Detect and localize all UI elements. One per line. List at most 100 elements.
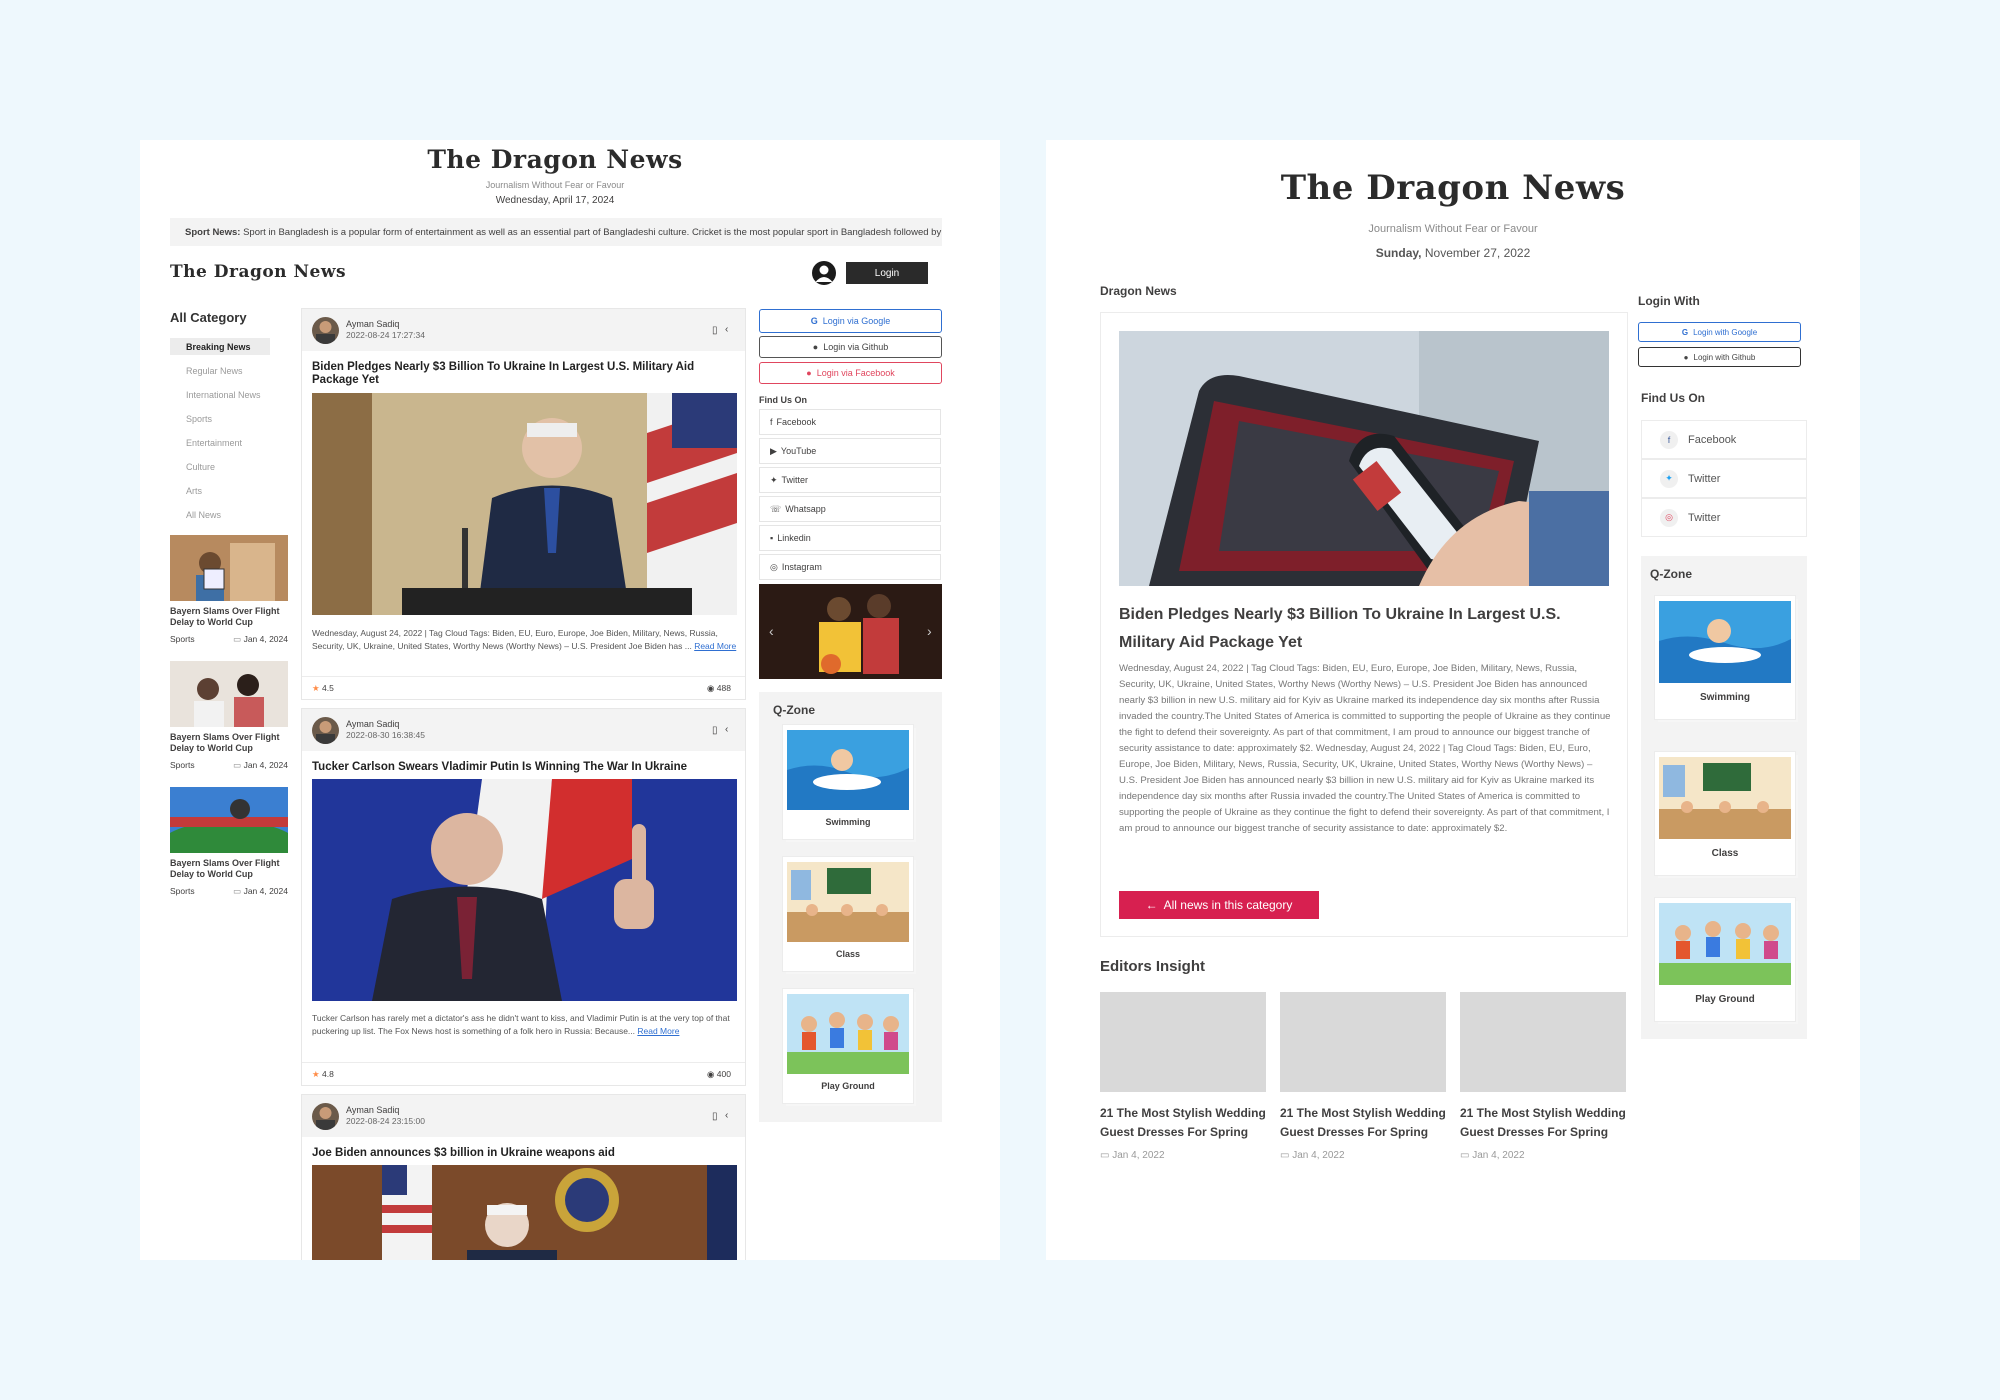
qzone-card-swimming[interactable]: Swimming <box>783 725 913 839</box>
editors-insight-title: Editors Insight <box>1100 958 1205 975</box>
editor-card[interactable]: 21 The Most Stylish Wedding Guest Dresse… <box>1100 992 1266 1161</box>
current-day: Sunday, <box>1375 246 1422 260</box>
twitter-icon: ✦ <box>770 474 778 485</box>
login-google-button[interactable]: G Login with Google <box>1638 322 1801 342</box>
find-us-instagram[interactable]: ◎ Instagram <box>759 554 941 580</box>
github-icon: ● <box>1683 352 1689 362</box>
current-date: Wednesday, April 17, 2024 <box>495 195 615 206</box>
qzone-card-swimming[interactable]: Swimming <box>1655 596 1795 719</box>
share-icon[interactable]: ‹ <box>725 1110 728 1121</box>
bookmark-icon[interactable]: ▯ <box>712 1111 718 1122</box>
side-news-item[interactable]: Bayern Slams Over Flight Delay to World … <box>170 661 288 771</box>
side-news-item[interactable]: Bayern Slams Over Flight Delay to World … <box>170 535 288 645</box>
qzone-title: Q-Zone <box>1650 567 1692 581</box>
editor-card[interactable]: 21 The Most Stylish Wedding Guest Dresse… <box>1280 992 1446 1161</box>
find-us-youtube[interactable]: ▶ YouTube <box>759 438 941 464</box>
share-icon[interactable]: ‹ <box>725 724 728 735</box>
calendar-icon: ▭ <box>233 760 242 770</box>
author-name: Ayman Sadiq <box>346 1105 400 1115</box>
qzone-section: Q-Zone Swimming Class Play Ground <box>1641 556 1807 1039</box>
views-value: 488 <box>716 683 731 693</box>
star-icon: ★ <box>312 1069 320 1079</box>
qzone-card-class[interactable]: Class <box>1655 752 1795 875</box>
facebook-icon: ● <box>806 368 812 378</box>
news-card[interactable]: Ayman Sadiq 2022-08-24 17:27:34 ▯ ‹ Bide… <box>301 308 746 700</box>
author-name: Ayman Sadiq <box>346 319 400 329</box>
qzone-card-class[interactable]: Class <box>783 857 913 971</box>
facebook-icon: f <box>1660 430 1678 449</box>
current-date: Sunday, November 27, 2022 <box>1046 246 1860 260</box>
arrow-left-icon: ← <box>1145 898 1158 912</box>
news-title[interactable]: Tucker Carlson Swears Vladimir Putin Is … <box>312 761 737 773</box>
qzone-card-play-ground[interactable]: Play Ground <box>783 989 913 1103</box>
linkedin-icon: ▪ <box>770 533 774 543</box>
news-detail-body: Wednesday, August 24, 2022 | Tag Cloud T… <box>1119 663 1611 834</box>
tagline: Journalism Without Fear or Favour <box>1368 223 1538 235</box>
news-detail-title: Biden Pledges Nearly $3 Billion To Ukrai… <box>1119 606 1561 651</box>
side-news-item[interactable]: Bayern Slams Over Flight Delay to World … <box>170 787 288 897</box>
find-us-facebook[interactable]: f Facebook <box>759 409 941 435</box>
side-news-title: Bayern Slams Over Flight Delay to World … <box>170 858 280 879</box>
publish-datetime: 2022-08-24 23:15:00 <box>346 1116 425 1126</box>
login-github-button[interactable]: ● Login via Github <box>759 336 942 358</box>
sidebar-ad-image[interactable]: ‹ › <box>759 584 942 679</box>
side-news-thumbnail <box>170 535 288 601</box>
views-value: 400 <box>716 1069 731 1079</box>
side-news-title: Bayern Slams Over Flight Delay to World … <box>170 606 280 627</box>
news-title[interactable]: Biden Pledges Nearly $3 Billion To Ukrai… <box>312 361 737 387</box>
all-news-category-button[interactable]: ← All news in this category <box>1119 891 1319 919</box>
news-title[interactable]: Joe Biden announces $3 billion in Ukrain… <box>312 1147 737 1159</box>
star-icon: ★ <box>312 683 320 693</box>
news-detail-card: Biden Pledges Nearly $3 Billion To Ukrai… <box>1100 312 1628 937</box>
side-news-thumbnail <box>170 787 288 853</box>
side-news-date: Jan 4, 2024 <box>243 886 288 896</box>
category-sports[interactable]: Sports <box>186 414 212 424</box>
category-international-news[interactable]: International News <box>186 390 261 400</box>
news-card[interactable]: Ayman Sadiq 2022-08-24 23:15:00 ▯ ‹ Joe … <box>301 1094 746 1260</box>
carousel-prev-icon: ‹ <box>769 623 774 639</box>
news-card-footer <box>302 676 745 700</box>
category-regular-news[interactable]: Regular News <box>186 366 243 376</box>
find-us-twitter[interactable]: ✦ Twitter <box>1641 459 1807 498</box>
find-us-instagram[interactable]: ◎ Twitter <box>1641 498 1807 537</box>
category-entertainment[interactable]: Entertainment <box>186 438 242 448</box>
share-icon[interactable]: ‹ <box>725 324 728 335</box>
editor-card-date: ▭ Jan 4, 2022 <box>1100 1150 1165 1161</box>
news-image <box>312 393 737 615</box>
find-us-twitter[interactable]: ✦ Twitter <box>759 467 941 493</box>
breaking-marquee[interactable]: Sport News: Sport in Bangladesh is a pop… <box>170 218 942 246</box>
find-us-whatsapp[interactable]: ☏ Whatsapp <box>759 496 941 522</box>
login-google-button[interactable]: G Login via Google <box>759 309 942 333</box>
login-github-button[interactable]: ● Login with Github <box>1638 347 1801 367</box>
rating-value: 4.5 <box>322 683 334 693</box>
read-more-link[interactable]: Read More <box>694 641 736 651</box>
find-us-linkedin[interactable]: ▪ Linkedin <box>759 525 941 551</box>
login-facebook-button[interactable]: ● Login via Facebook <box>759 362 942 384</box>
qzone-label: Swimming <box>1699 692 1750 703</box>
qzone-card-play-ground[interactable]: Play Ground <box>1655 898 1795 1021</box>
category-all-news[interactable]: All News <box>186 510 221 520</box>
category-breaking-news[interactable]: Breaking News <box>186 342 251 352</box>
marquee-label: Sport News: <box>185 227 241 238</box>
login-button[interactable]: Login <box>846 262 928 284</box>
calendar-icon: ▭ <box>1100 1150 1110 1161</box>
news-excerpt: Wednesday, August 24, 2022 | Tag Cloud T… <box>312 628 737 651</box>
nav-logo[interactable]: The Dragon News <box>170 262 346 282</box>
side-news-tag: Sports <box>170 634 195 644</box>
bookmark-icon[interactable]: ▯ <box>712 325 718 336</box>
side-news-tag: Sports <box>170 760 195 770</box>
calendar-icon: ▭ <box>1280 1150 1290 1161</box>
news-card[interactable]: Ayman Sadiq 2022-08-30 16:38:45 ▯ ‹ Tuck… <box>301 708 746 1086</box>
category-arts[interactable]: Arts <box>186 486 202 496</box>
read-more-link[interactable]: Read More <box>637 1026 679 1036</box>
news-excerpt: Tucker Carlson has rarely met a dictator… <box>312 1013 730 1036</box>
find-us-facebook[interactable]: f Facebook <box>1641 420 1807 459</box>
whatsapp-icon: ☏ <box>770 503 782 514</box>
editor-card-date: ▭ Jan 4, 2022 <box>1280 1150 1345 1161</box>
user-avatar-icon[interactable] <box>812 261 836 285</box>
bookmark-icon[interactable]: ▯ <box>712 725 718 736</box>
category-culture[interactable]: Culture <box>186 462 215 472</box>
facebook-icon: f <box>770 417 773 427</box>
rating-value: 4.8 <box>322 1069 334 1079</box>
editor-card[interactable]: 21 The Most Stylish Wedding Guest Dresse… <box>1460 992 1626 1161</box>
